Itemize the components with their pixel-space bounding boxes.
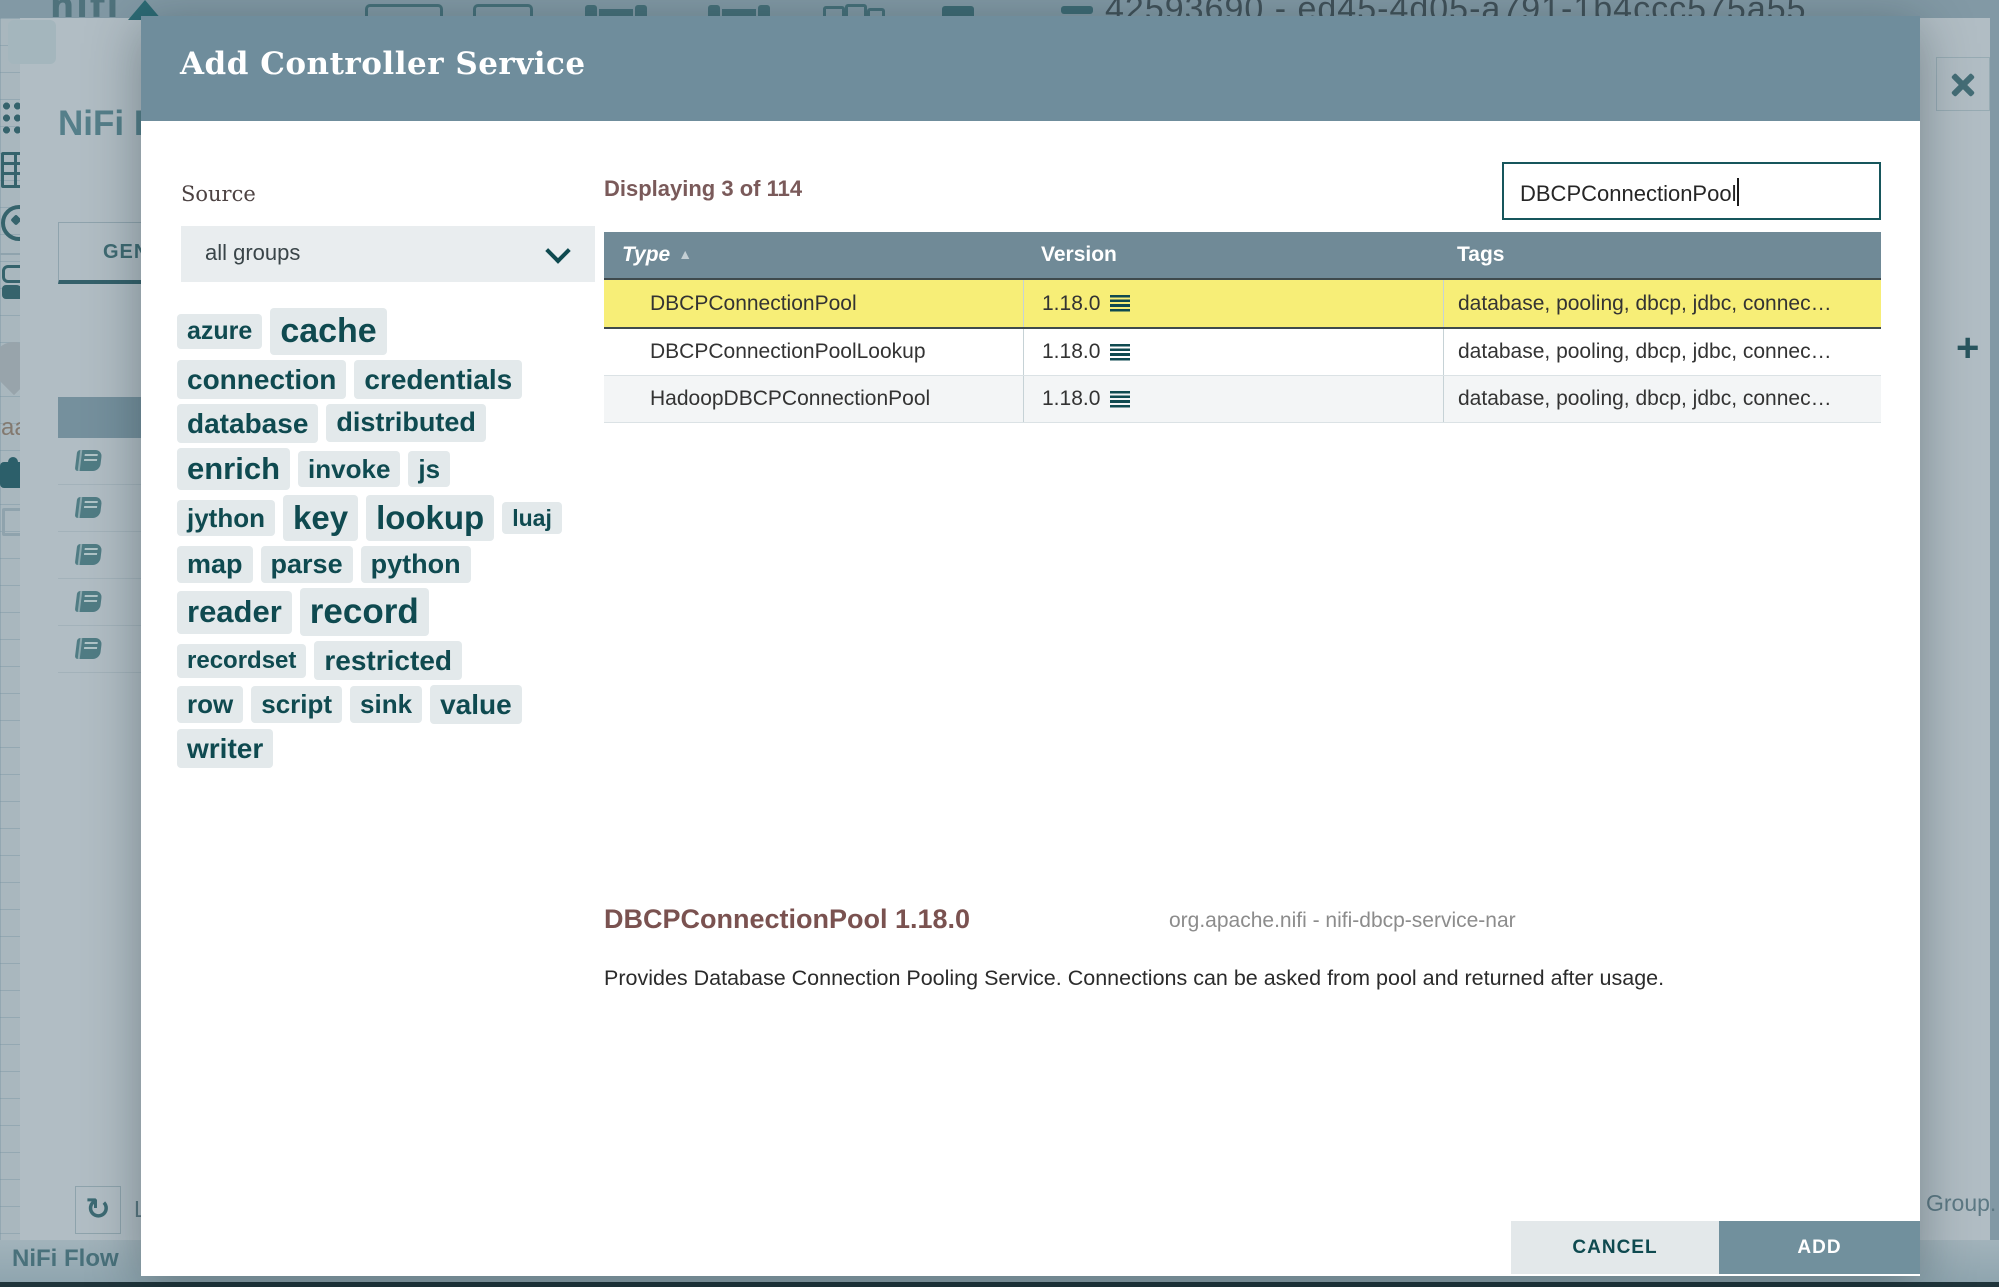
funnel-toolbar-icon: [1061, 6, 1093, 14]
refresh-button[interactable]: ↻: [75, 1186, 121, 1234]
cell-type: DBCPConnectionPoolLookup: [650, 340, 926, 363]
group-label: Group.: [1926, 1190, 1997, 1216]
version-value: 1.18.0: [1042, 387, 1101, 410]
dialog-header: Add Controller Service: [141, 16, 1920, 121]
tag-pill[interactable]: record: [299, 588, 429, 636]
tag-pill[interactable]: luaj: [502, 501, 562, 535]
source-group-select[interactable]: all groups: [181, 226, 595, 282]
selected-service-bundle: org.apache.nifi - nifi-dbcp-service-nar: [1169, 909, 1516, 932]
add-controller-service-dialog: Add Controller Service Source all groups…: [141, 16, 1920, 1276]
tag-pill[interactable]: distributed: [326, 404, 486, 442]
version-value: 1.18.0: [1042, 340, 1101, 363]
tag-cloud-row: database distributed: [177, 403, 647, 443]
tag-pill[interactable]: credentials: [354, 359, 523, 399]
table-row[interactable]: DBCPConnectionPoolLookup 1.18.0 database, …: [604, 329, 1881, 376]
list-icon[interactable]: [1110, 390, 1131, 408]
book-icon: [74, 450, 103, 471]
plus-icon: +: [1956, 326, 1980, 370]
nifi-logo-box: [8, 20, 56, 64]
table-row[interactable]: HadoopDBCPConnectionPool 1.18.0 database, …: [604, 376, 1881, 423]
add-button[interactable]: ADD: [1719, 1221, 1920, 1274]
book-icon: [74, 497, 103, 518]
breadcrumb[interactable]: NiFi Flow: [12, 1245, 119, 1273]
tag-pill[interactable]: lookup: [366, 495, 495, 541]
tag-pill[interactable]: js: [408, 450, 451, 488]
tag-pill[interactable]: writer: [177, 729, 274, 768]
add-service-plus-button[interactable]: +: [1956, 326, 1979, 371]
tag-cloud-row: enrich invoke js: [177, 447, 647, 491]
filter-value: DBCPConnectionPool: [1520, 181, 1737, 206]
column-header-tags[interactable]: Tags: [1443, 243, 1881, 267]
tag-pill[interactable]: database: [177, 403, 319, 443]
window-bottom-edge: [0, 1282, 1999, 1287]
tag-pill[interactable]: row: [177, 686, 244, 723]
tag-pill[interactable]: enrich: [177, 447, 291, 491]
list-icon[interactable]: [1110, 343, 1131, 361]
tag-pill[interactable]: python: [360, 545, 471, 584]
sort-asc-icon: ▲: [678, 246, 693, 262]
book-icon: [74, 638, 103, 659]
tag-cloud-row: reader record: [177, 588, 647, 636]
tag-cloud-row: row script sink value: [177, 685, 647, 724]
displaying-count: Displaying 3 of 114: [604, 176, 803, 201]
tag-pill[interactable]: parse: [260, 545, 353, 584]
selected-service-title: DBCPConnectionPool 1.18.0: [604, 904, 971, 934]
tag-pill[interactable]: invoke: [298, 450, 401, 488]
cell-type: HadoopDBCPConnectionPool: [650, 387, 931, 410]
service-types-table: Type ▲ Version Tags DBCPConnectionPool 1.1…: [604, 232, 1881, 423]
tag-pill[interactable]: recordset: [177, 643, 307, 678]
tag-pill[interactable]: sink: [350, 686, 423, 723]
tag-cloud-row: jython key lookup luaj: [177, 495, 647, 541]
tag-cloud-row: azure cache: [177, 308, 647, 355]
tag-pill[interactable]: jython: [177, 499, 275, 537]
source-group-value: all groups: [205, 240, 301, 265]
book-icon: [74, 544, 103, 565]
nifi-logo-text: nifi: [50, 0, 121, 26]
cancel-button[interactable]: CANCEL: [1511, 1221, 1719, 1274]
book-icon: [74, 591, 103, 612]
tag-pill[interactable]: reader: [177, 590, 292, 634]
dialog-title: Add Controller Service: [180, 46, 586, 82]
table-header-row: Type ▲ Version Tags: [604, 232, 1881, 278]
tag-cloud-row: writer: [177, 729, 647, 768]
column-header-version[interactable]: Version: [1023, 243, 1443, 267]
cell-version: 1.18.0: [1023, 280, 1443, 327]
list-icon[interactable]: [1110, 295, 1131, 312]
tag-pill[interactable]: value: [430, 685, 522, 724]
source-label: Source: [181, 182, 256, 206]
tag-cloud: azure cache connection credentials database d…: [177, 308, 647, 773]
chevron-down-icon: [545, 238, 571, 264]
cell-tags: database, pooling, dbcp, jdbc, connec…: [1443, 280, 1881, 327]
table-body: DBCPConnectionPool 1.18.0 database, poolin…: [604, 278, 1881, 423]
cell-tags: database, pooling, dbcp, jdbc, connec…: [1443, 329, 1881, 375]
cell-tags: database, pooling, dbcp, jdbc, connec…: [1443, 376, 1881, 422]
settings-close-button[interactable]: [1936, 57, 1990, 111]
refresh-icon: ↻: [85, 1193, 111, 1226]
tag-pill[interactable]: key: [283, 495, 359, 541]
tag-pill[interactable]: map: [177, 545, 253, 584]
version-value: 1.18.0: [1042, 291, 1101, 315]
cell-type: DBCPConnectionPool: [650, 291, 857, 315]
tag-cloud-row: connection credentials: [177, 359, 647, 399]
cell-version: 1.18.0: [1023, 376, 1443, 422]
cell-version: 1.18.0: [1023, 329, 1443, 375]
filter-types-input[interactable]: DBCPConnectionPool: [1502, 162, 1881, 220]
tag-pill[interactable]: script: [251, 686, 343, 723]
tag-cloud-row: recordset restricted: [177, 641, 647, 680]
tag-pill[interactable]: azure: [177, 313, 263, 349]
tag-pill[interactable]: cache: [270, 308, 387, 355]
text-caret: [1737, 178, 1740, 206]
tag-pill[interactable]: restricted: [314, 641, 463, 680]
tag-pill[interactable]: connection: [177, 359, 347, 399]
column-header-type[interactable]: Type ▲: [604, 243, 1023, 267]
table-row[interactable]: DBCPConnectionPool 1.18.0 database, poolin…: [604, 278, 1881, 329]
selected-service-description: Provides Database Connection Pooling Ser…: [604, 966, 1665, 990]
tag-cloud-row: map parse python: [177, 545, 647, 584]
